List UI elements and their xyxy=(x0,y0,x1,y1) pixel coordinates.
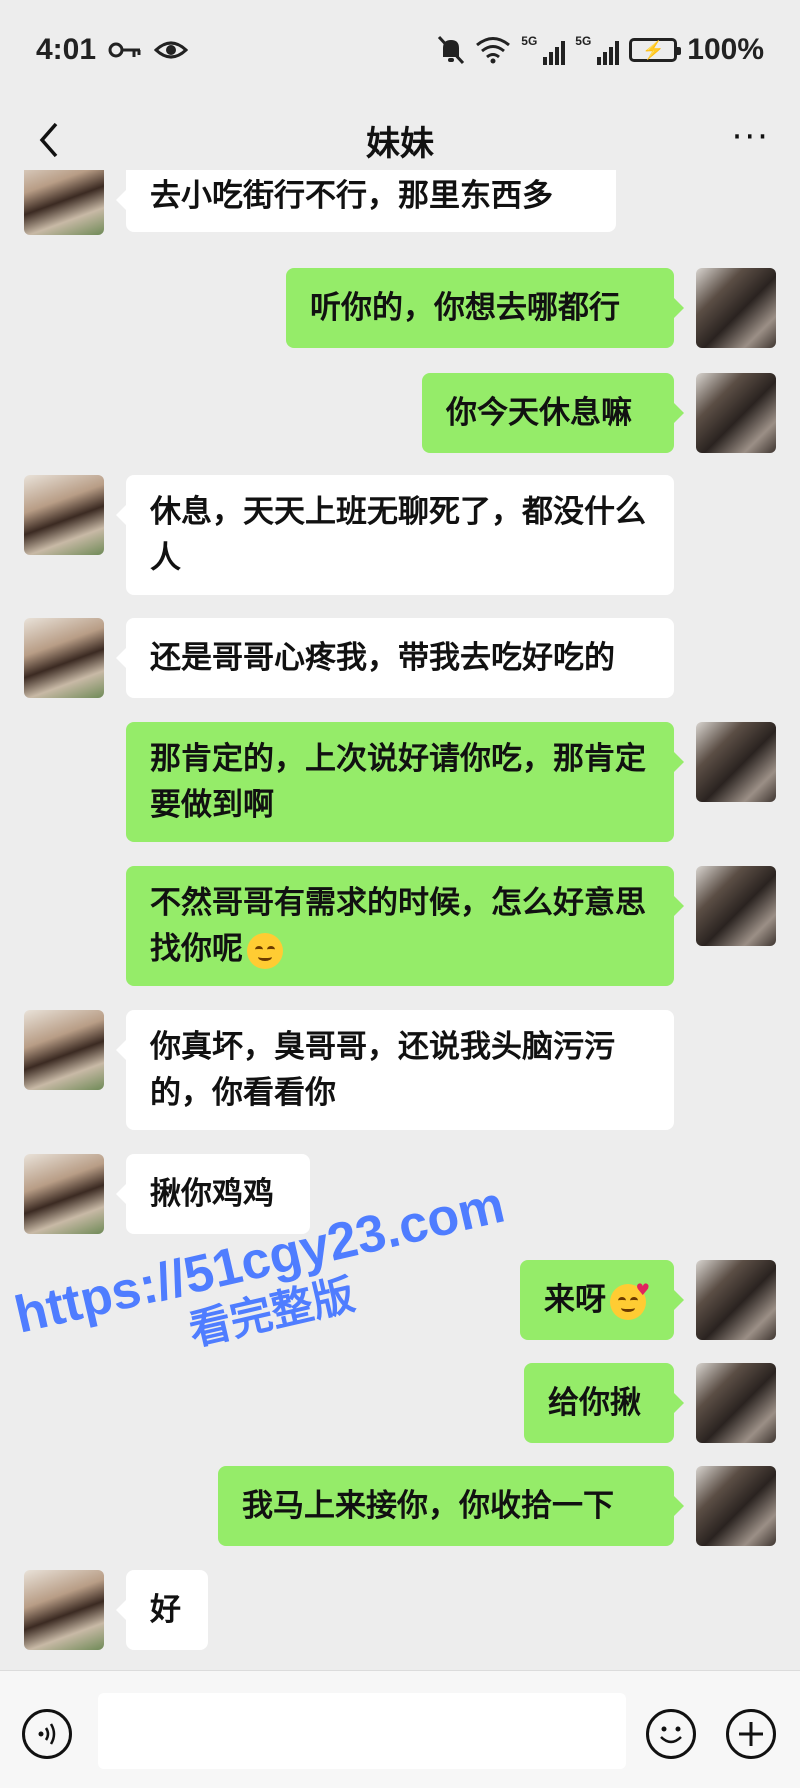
bell-off-icon xyxy=(438,35,465,65)
message-text: 你真坏，臭哥哥，还说我头脑污污的，你看看你 xyxy=(150,1029,615,1111)
message-list[interactable]: 去小吃街行不行，那里东西多 听你的，你想去哪都行 你今天休息嘛 休息，天天上班无… xyxy=(0,170,800,1665)
message-bubble-sent[interactable]: 听你的，你想去哪都行 xyxy=(286,268,684,348)
message-bubble-sent[interactable]: 那肯定的，上次说好请你吃，那肯定要做到啊 xyxy=(126,722,684,842)
voice-icon[interactable] xyxy=(22,1709,72,1759)
avatar-me[interactable] xyxy=(696,268,776,348)
message-text: 我马上来接你，你收拾一下 xyxy=(242,1488,614,1524)
message-text: 听你的，你想去哪都行 xyxy=(310,290,620,326)
message-text: 那肯定的，上次说好请你吃，那肯定要做到啊 xyxy=(150,741,646,823)
message-text: 休息，天天上班无聊死了，都没什么人 xyxy=(150,494,646,576)
input-bar xyxy=(0,1670,800,1788)
message-bubble-received[interactable]: 好 xyxy=(116,1570,208,1650)
signal-2-icon: 5G xyxy=(575,35,620,65)
wifi-icon xyxy=(476,37,511,64)
status-left: 4:01 xyxy=(36,33,189,67)
plus-icon[interactable] xyxy=(726,1709,776,1759)
signal-1-icon: 5G xyxy=(521,35,566,65)
status-time: 4:01 xyxy=(36,33,97,66)
eye-icon xyxy=(154,41,189,59)
message-bubble-received[interactable]: 你真坏，臭哥哥，还说我头脑污污的，你看看你 xyxy=(116,1010,674,1130)
avatar-her[interactable] xyxy=(24,1154,104,1234)
avatar-her[interactable] xyxy=(24,475,104,555)
message-input[interactable] xyxy=(98,1693,626,1769)
message-text: 去小吃街行不行，那里东西多 xyxy=(150,178,553,214)
avatar-her[interactable] xyxy=(24,1570,104,1650)
chat-title: 妹妹 xyxy=(366,123,434,164)
message-bubble-received[interactable]: 揪你鸡鸡 xyxy=(116,1154,310,1234)
avatar-her[interactable] xyxy=(24,618,104,698)
emoji-icon[interactable] xyxy=(646,1709,696,1759)
message-bubble-received[interactable]: 休息，天天上班无聊死了，都没什么人 xyxy=(116,475,674,595)
message-text: 你今天休息嘛 xyxy=(446,395,632,431)
avatar-me[interactable] xyxy=(696,722,776,802)
message-bubble-received[interactable]: 还是哥哥心疼我，带我去吃好吃的 xyxy=(116,618,674,698)
message-bubble-sent[interactable]: 来呀 ♥ xyxy=(520,1260,684,1340)
avatar-her[interactable] xyxy=(24,1010,104,1090)
avatar-me[interactable] xyxy=(696,373,776,453)
message-bubble-received[interactable]: 去小吃街行不行，那里东西多 xyxy=(116,170,616,232)
avatar-me[interactable] xyxy=(696,1466,776,1546)
smirk-emoji-icon xyxy=(247,932,283,969)
message-text: 还是哥哥心疼我，带我去吃好吃的 xyxy=(150,640,615,676)
message-text: 揪你鸡鸡 xyxy=(150,1176,274,1212)
status-right: 5G 5G ⚡ 100% xyxy=(437,33,764,67)
key-icon xyxy=(108,42,141,58)
chevron-left-icon[interactable] xyxy=(30,118,70,162)
message-text: 好 xyxy=(150,1592,181,1628)
message-bubble-sent[interactable]: 不然哥哥有需求的时候，怎么好意思找你呢 xyxy=(126,866,684,986)
status-bar: 4:01 5G 5G ⚡ 100% xyxy=(0,0,800,100)
avatar-me[interactable] xyxy=(696,1260,776,1340)
kiss-emoji-icon: ♥ xyxy=(610,1281,650,1320)
message-text: 来呀 ♥ xyxy=(544,1279,650,1320)
battery-charging-icon: ⚡ xyxy=(629,38,682,62)
message-text: 给你揪 xyxy=(548,1385,641,1421)
avatar-her[interactable] xyxy=(24,170,104,235)
message-bubble-sent[interactable]: 给你揪 xyxy=(524,1363,684,1443)
avatar-me[interactable] xyxy=(696,866,776,946)
message-bubble-sent[interactable]: 我马上来接你，你收拾一下 xyxy=(218,1466,684,1546)
avatar-me[interactable] xyxy=(696,1363,776,1443)
more-dots-icon[interactable]: ··· xyxy=(732,120,770,154)
battery-percent: 100% xyxy=(687,33,764,66)
message-bubble-sent[interactable]: 你今天休息嘛 xyxy=(422,373,684,453)
chat-header: 妹妹 ··· xyxy=(0,100,800,180)
message-text: 不然哥哥有需求的时候，怎么好意思找你呢 xyxy=(150,885,646,969)
